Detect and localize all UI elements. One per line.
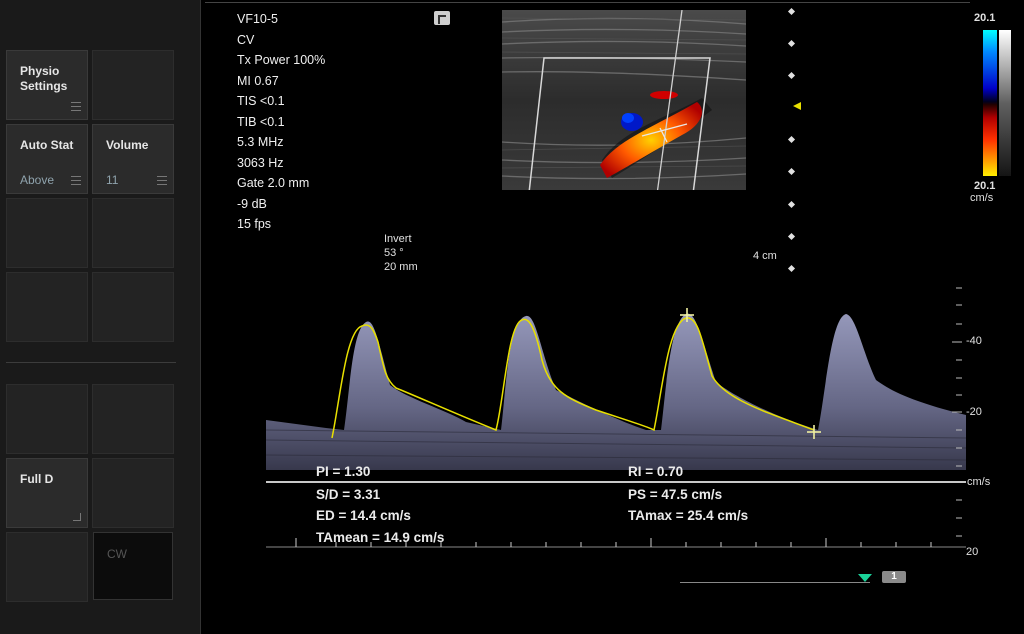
depth-tick [787, 7, 796, 16]
depth-label: 4 cm [753, 250, 777, 262]
depth-tick [787, 232, 796, 241]
depth-tick [787, 200, 796, 209]
cw-button[interactable]: CW [93, 532, 173, 600]
param-gate: Gate 2.0 mm [237, 176, 310, 190]
cw-label: CW [107, 547, 127, 561]
velocity-unit: cm/s [967, 476, 991, 488]
volume-label: Volume [106, 138, 149, 152]
full-d-button[interactable]: Full D [6, 458, 88, 528]
cine-position-marker-icon[interactable] [858, 574, 872, 582]
ps-measurement: PS = 47.5 cm/s [628, 487, 723, 502]
empty-softkey [6, 198, 88, 268]
sd-measurement: S/D = 3.31 [316, 487, 381, 502]
gate-depth-label: 20 mm [384, 261, 418, 273]
velocity-ticks [952, 287, 962, 537]
ri-measurement: RI = 0.70 [628, 464, 684, 479]
velocity-tick-label: -40 [966, 335, 982, 347]
depth-tick [787, 39, 796, 48]
grayscale-bar [999, 30, 1011, 176]
color-velocity-bar [983, 30, 997, 176]
velocity-tick-label: -20 [966, 406, 982, 418]
volume-button[interactable]: Volume 11 [92, 124, 174, 194]
param-prf: 3063 Hz [237, 156, 284, 170]
corner-icon [73, 513, 81, 521]
empty-softkey [92, 272, 174, 342]
physio-settings-button[interactable]: Physio Settings [6, 50, 88, 120]
invert-label: Invert [384, 233, 412, 245]
full-d-label: Full D [20, 472, 54, 486]
auto-stat-value: Above [20, 173, 55, 187]
empty-softkey [92, 384, 174, 454]
velocity-tick-label: 20 [966, 546, 979, 558]
depth-tick [787, 264, 796, 273]
menu-icon [71, 102, 81, 111]
param-tx-power: Tx Power 100% [237, 53, 326, 67]
divider [6, 362, 176, 363]
auto-stat-button[interactable]: Auto Stat Above [6, 124, 88, 194]
param-mode: CV [237, 33, 255, 47]
menu-icon [71, 176, 81, 185]
physio-settings-label: Physio Settings [20, 64, 68, 93]
depth-tick [787, 135, 796, 144]
angle-label: 53 ° [384, 247, 404, 259]
pi-measurement: PI = 1.30 [316, 464, 371, 479]
menu-icon [157, 176, 167, 185]
ed-measurement: ED = 14.4 cm/s [316, 508, 411, 523]
cine-timeline[interactable] [680, 582, 870, 583]
param-mi: MI 0.67 [237, 74, 279, 88]
color-scale-top: 20.1 [974, 12, 996, 24]
depth-tick [787, 71, 796, 80]
empty-softkey [92, 458, 174, 528]
color-scale-bottom: 20.1 [974, 180, 996, 192]
param-gain: -9 dB [237, 197, 267, 211]
param-tis: TIS <0.1 [237, 94, 285, 108]
empty-softkey [92, 50, 174, 120]
empty-softkey [6, 384, 88, 454]
tamean-measurement: TAmean = 14.9 cm/s [316, 530, 445, 545]
param-probe: VF10-5 [237, 12, 278, 26]
cine-loop-badge: 1 [882, 571, 906, 583]
control-sidebar: Physio Settings Auto Stat Above Volume 11… [0, 0, 201, 634]
param-tib: TIB <0.1 [237, 115, 285, 129]
param-frequency: 5.3 MHz [237, 135, 284, 149]
empty-softkey [92, 198, 174, 268]
top-divider [205, 2, 970, 3]
focus-marker-icon [793, 102, 801, 110]
empty-softkey [6, 532, 88, 602]
tamax-measurement: TAmax = 25.4 cm/s [628, 508, 749, 523]
volume-value: 11 [106, 173, 119, 187]
record-icon[interactable] [434, 11, 450, 25]
empty-softkey [6, 272, 88, 342]
param-frame-rate: 15 fps [237, 217, 272, 231]
bmode-color-image[interactable] [502, 10, 746, 190]
depth-tick [787, 167, 796, 176]
color-scale-unit: cm/s [970, 192, 994, 204]
auto-stat-label: Auto Stat [20, 138, 74, 152]
